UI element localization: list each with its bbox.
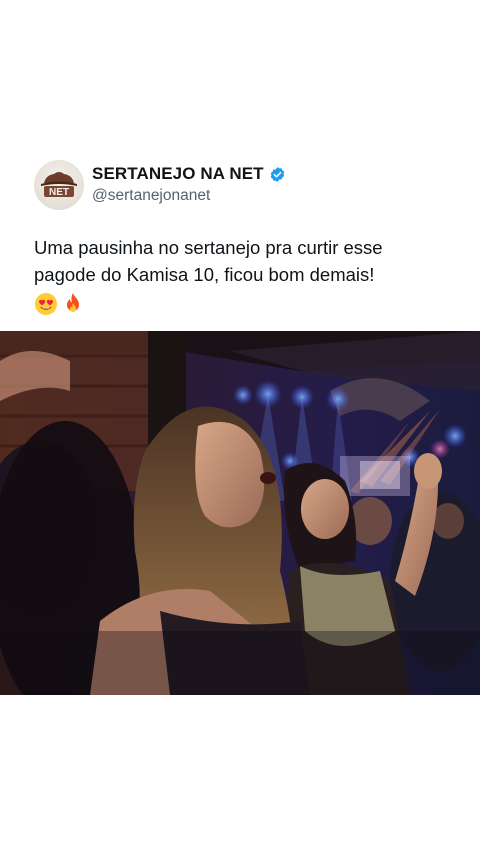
avatar[interactable]: NET — [34, 160, 84, 210]
name-row: SERTANEJO NA NET — [92, 164, 286, 184]
post-video[interactable] — [0, 331, 480, 695]
avatar-logo-icon: NET — [41, 172, 77, 198]
display-name[interactable]: SERTANEJO NA NET — [92, 164, 264, 184]
post-header: NET SERTANEJO NA NET @sertanejonanet — [34, 160, 454, 212]
post-text-line-1: Uma pausinha no sertanejo pra curtir ess… — [34, 237, 383, 258]
verified-badge-icon — [269, 166, 286, 183]
emoji-row — [34, 291, 84, 317]
concert-crowd-video-frame — [0, 331, 480, 695]
heart-eyes-emoji-icon — [35, 293, 57, 315]
avatar-text: NET — [49, 187, 69, 198]
post-text-line-2: pagode do Kamisa 10, ficou bom demais! — [34, 264, 375, 285]
user-handle[interactable]: @sertanejonanet — [92, 187, 210, 205]
post-text: Uma pausinha no sertanejo pra curtir ess… — [34, 234, 454, 288]
fire-emoji-icon — [67, 293, 79, 312]
